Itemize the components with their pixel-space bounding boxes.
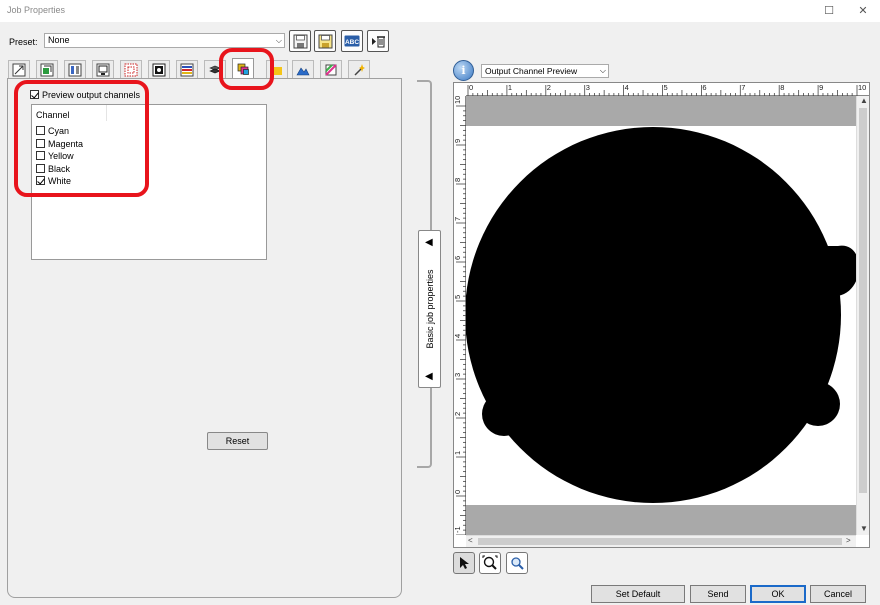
send-button[interactable]: Send bbox=[690, 585, 746, 603]
ruler-label: 4 bbox=[453, 333, 462, 338]
ruler-label: 3 bbox=[585, 83, 590, 92]
save-as-preset-button[interactable] bbox=[314, 30, 336, 52]
horizontal-scrollbar[interactable]: < > bbox=[466, 535, 856, 547]
ruler-label: 4 bbox=[624, 83, 629, 92]
vertical-scrollbar[interactable]: ▲ ▼ bbox=[856, 96, 869, 535]
view-mode-dropdown[interactable]: Output Channel Preview ⌵ bbox=[481, 64, 609, 78]
scroll-down-arrow[interactable]: ▼ bbox=[860, 524, 868, 533]
ruler-label: 6 bbox=[453, 255, 462, 260]
page-area[interactable] bbox=[466, 96, 856, 537]
vertical-scroll-thumb[interactable] bbox=[859, 108, 867, 493]
ruler-label: 10 bbox=[453, 95, 462, 104]
preset-label: Preset: bbox=[9, 37, 38, 47]
set-default-button[interactable]: Set Default bbox=[591, 585, 685, 603]
basic-job-properties-toggle[interactable]: ◀ Basic job properties ◀ bbox=[418, 230, 441, 388]
color-correction-icon bbox=[325, 64, 337, 76]
ruler-label: 1 bbox=[453, 450, 462, 455]
info-icon[interactable]: i bbox=[453, 60, 474, 81]
title-bar: Job Properties ☐ ✕ bbox=[0, 0, 880, 22]
size-icon bbox=[12, 63, 26, 77]
delete-icon bbox=[371, 35, 385, 47]
basic-job-properties-label: Basic job properties bbox=[424, 269, 435, 349]
tab-frame[interactable] bbox=[148, 60, 170, 79]
rename-icon-text: ABC bbox=[345, 39, 359, 46]
scroll-right-arrow[interactable]: > bbox=[846, 536, 851, 545]
tiling-icon bbox=[96, 63, 110, 77]
save-icon bbox=[293, 34, 307, 48]
ok-button[interactable]: OK bbox=[750, 585, 806, 603]
ruler-label: 8 bbox=[453, 177, 462, 182]
scroll-left-arrow[interactable]: < bbox=[468, 536, 473, 545]
chevron-down-icon: ⌵ bbox=[599, 66, 606, 75]
rename-preset-button[interactable]: ABC bbox=[341, 30, 363, 52]
position-icon bbox=[40, 63, 54, 77]
cancel-button[interactable]: Cancel bbox=[810, 585, 866, 603]
ruler-label: 10 bbox=[858, 83, 867, 92]
ruler-label: 0 bbox=[469, 83, 474, 92]
maximize-button[interactable]: ☐ bbox=[816, 2, 842, 20]
ruler-label: 8 bbox=[780, 83, 785, 92]
tab-mountain[interactable] bbox=[292, 60, 314, 79]
frame-icon bbox=[152, 63, 166, 77]
tab-color[interactable] bbox=[176, 60, 198, 79]
tab-crop-marks[interactable] bbox=[120, 60, 142, 79]
zoom-fit-button[interactable] bbox=[506, 552, 528, 574]
ruler-ticks bbox=[456, 105, 466, 535]
ruler-label: 5 bbox=[663, 83, 668, 92]
collapse-arrow-icon[interactable]: ◀ bbox=[425, 371, 433, 382]
mountain-icon bbox=[296, 67, 310, 76]
tab-size[interactable] bbox=[8, 60, 30, 79]
vertical-ruler: 10 9 8 7 6 5 4 3 2 1 0 -1 bbox=[453, 95, 466, 535]
tab-tiling[interactable] bbox=[92, 60, 114, 79]
preset-value: None bbox=[48, 35, 70, 45]
select-tool-button[interactable] bbox=[453, 552, 475, 574]
window-title: Job Properties bbox=[7, 5, 66, 15]
ruler-label: 6 bbox=[702, 83, 707, 92]
effects-wand-icon bbox=[354, 64, 365, 76]
ruler-label: 2 bbox=[546, 83, 551, 92]
tab-color-correction[interactable] bbox=[320, 60, 342, 79]
white-channel-artwork bbox=[466, 127, 856, 503]
highlight-ring-tab bbox=[219, 48, 274, 90]
view-mode-value: Output Channel Preview bbox=[485, 66, 578, 76]
ruler-label: 9 bbox=[819, 83, 824, 92]
ruler-label: 7 bbox=[453, 216, 462, 221]
ruler-label: -1 bbox=[453, 526, 462, 533]
ruler-label: 2 bbox=[453, 411, 462, 416]
zoom-tool-button[interactable] bbox=[479, 552, 501, 574]
zoom-tool-icon bbox=[482, 555, 498, 570]
reset-button[interactable]: Reset bbox=[207, 432, 268, 450]
select-arrow-icon bbox=[460, 557, 469, 569]
chevron-down-icon: ⌵ bbox=[275, 36, 282, 45]
highlight-ring-channels bbox=[14, 80, 149, 197]
delete-preset-button[interactable] bbox=[367, 30, 389, 52]
preset-dropdown[interactable]: None ⌵ bbox=[44, 33, 285, 48]
collapse-arrow-icon[interactable]: ◀ bbox=[425, 237, 433, 248]
ruler-label: 5 bbox=[453, 294, 462, 299]
preview-canvas[interactable]: 0 1 2 3 4 5 6 7 8 9 10 10 9 8 7 6 5 4 3 2 1 0 -1 ▲ ▼ < > bbox=[453, 82, 870, 548]
scroll-up-arrow[interactable]: ▲ bbox=[860, 96, 868, 105]
tab-effects[interactable] bbox=[348, 60, 370, 79]
zoom-fit-icon bbox=[511, 557, 524, 570]
horizontal-ruler: 0 1 2 3 4 5 6 7 8 9 10 bbox=[466, 83, 869, 96]
ruler-label: 3 bbox=[453, 372, 462, 377]
tab-layout[interactable] bbox=[64, 60, 86, 79]
ruler-label: 7 bbox=[741, 83, 746, 92]
ruler-label: 1 bbox=[507, 83, 513, 92]
crop-icon bbox=[124, 63, 138, 77]
ruler-label: 9 bbox=[453, 138, 462, 143]
save-preset-button[interactable] bbox=[289, 30, 311, 52]
layout-icon bbox=[68, 63, 82, 77]
tab-position[interactable] bbox=[36, 60, 58, 79]
horizontal-scroll-thumb[interactable] bbox=[478, 538, 842, 545]
color-icon bbox=[180, 63, 194, 77]
rename-icon: ABC bbox=[344, 35, 360, 47]
close-button[interactable]: ✕ bbox=[850, 2, 876, 20]
ruler-label: 0 bbox=[453, 489, 462, 494]
save-as-icon bbox=[318, 34, 332, 48]
